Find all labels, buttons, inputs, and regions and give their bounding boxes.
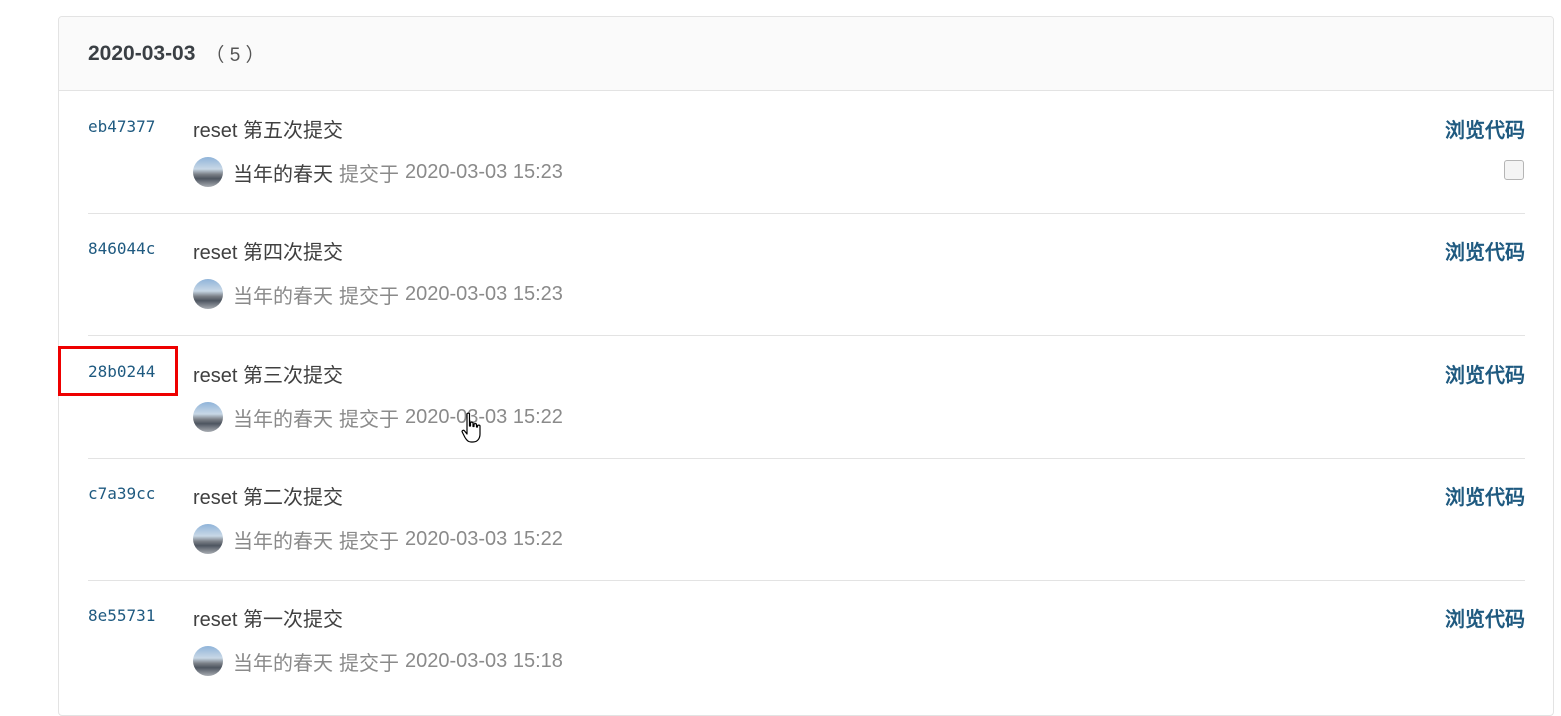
commit-time: 2020-03-03 15:22 — [405, 527, 563, 550]
commit-message: reset 第一次提交 — [193, 609, 344, 631]
browse-code-button[interactable]: 浏览代码 — [1445, 359, 1525, 388]
avatar[interactable] — [193, 279, 223, 309]
commit-meta: 当年的春天 提交于 2020-03-03 15:23 — [193, 157, 563, 187]
commit-author[interactable]: 当年的春天 — [233, 158, 333, 187]
commit-sha-link[interactable]: 846044c — [88, 239, 155, 258]
commit-author[interactable]: 当年的春天 — [233, 647, 333, 676]
commit-select-checkbox[interactable] — [1504, 160, 1524, 180]
avatar[interactable] — [193, 402, 223, 432]
commit-author[interactable]: 当年的春天 — [233, 280, 333, 309]
committed-label: 提交于 — [339, 652, 399, 675]
browse-code-button[interactable]: 浏览代码 — [1445, 236, 1525, 265]
committed-label: 提交于 — [339, 408, 399, 431]
commit-group-panel: 2020-03-03 （ 5 ） eb47377 reset 第五次提交 当年的… — [58, 16, 1554, 716]
commit-author[interactable]: 当年的春天 — [233, 403, 333, 432]
commit-group-header: 2020-03-03 （ 5 ） — [59, 17, 1553, 91]
commit-author[interactable]: 当年的春天 — [233, 525, 333, 554]
avatar[interactable] — [193, 157, 223, 187]
commit-meta: 当年的春天 提交于 2020-03-03 15:22 — [193, 402, 563, 432]
commit-time: 2020-03-03 15:23 — [405, 160, 563, 183]
commit-sha-link[interactable]: eb47377 — [88, 117, 155, 136]
commit-meta: 当年的春天 提交于 2020-03-03 15:18 — [193, 646, 563, 676]
commit-sha-link[interactable]: 28b0244 — [88, 362, 155, 381]
commit-row: eb47377 reset 第五次提交 当年的春天 提交于 2020-03-03… — [88, 92, 1525, 214]
committed-label: 提交于 — [339, 530, 399, 553]
committed-label: 提交于 — [339, 163, 399, 186]
commit-meta: 当年的春天 提交于 2020-03-03 15:22 — [193, 524, 563, 554]
commit-time: 2020-03-03 15:23 — [405, 282, 563, 305]
commit-row: 28b0244 reset 第三次提交 当年的春天 提交于 2020-03-03… — [88, 337, 1525, 459]
browse-code-button[interactable]: 浏览代码 — [1445, 481, 1525, 510]
browse-code-button[interactable]: 浏览代码 — [1445, 603, 1525, 632]
committed-label: 提交于 — [339, 285, 399, 308]
commit-sha-link[interactable]: 8e55731 — [88, 606, 155, 625]
commit-count: （ 5 ） — [205, 45, 265, 66]
commit-sha-link[interactable]: c7a39cc — [88, 484, 155, 503]
commit-group-date: 2020-03-03 — [88, 41, 196, 65]
commit-row: 8e55731 reset 第一次提交 当年的春天 提交于 2020-03-03… — [88, 581, 1525, 703]
commit-message: reset 第五次提交 — [193, 120, 344, 142]
commit-meta: 当年的春天 提交于 2020-03-03 15:23 — [193, 279, 563, 309]
commit-time: 2020-03-03 15:18 — [405, 649, 563, 672]
commit-time: 2020-03-03 15:22 — [405, 405, 563, 428]
avatar[interactable] — [193, 646, 223, 676]
commit-message: reset 第二次提交 — [193, 487, 344, 509]
browse-code-button[interactable]: 浏览代码 — [1445, 114, 1525, 143]
commit-message: reset 第三次提交 — [193, 365, 344, 387]
commit-row: 846044c reset 第四次提交 当年的春天 提交于 2020-03-03… — [88, 214, 1525, 336]
commit-message: reset 第四次提交 — [193, 242, 344, 264]
commit-row: c7a39cc reset 第二次提交 当年的春天 提交于 2020-03-03… — [88, 459, 1525, 581]
avatar[interactable] — [193, 524, 223, 554]
